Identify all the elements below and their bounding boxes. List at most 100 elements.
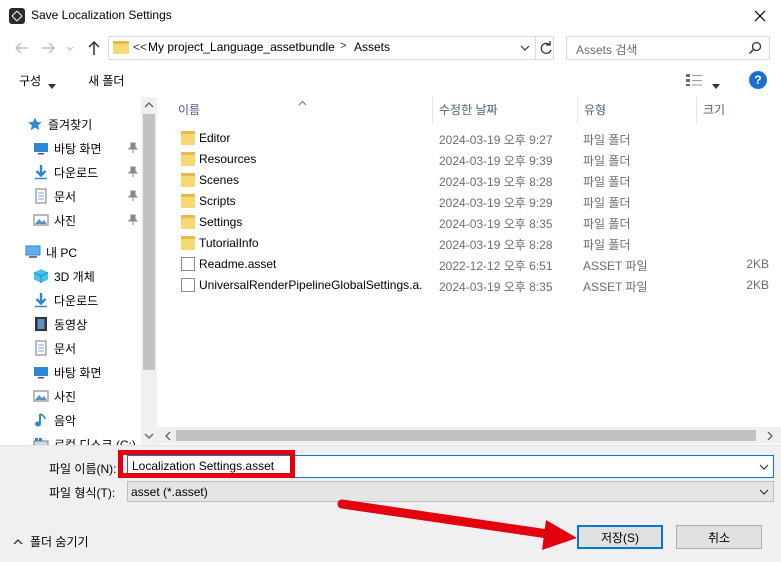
new-folder-button[interactable]: 새 폴더 bbox=[88, 72, 124, 89]
column-divider[interactable] bbox=[577, 97, 578, 124]
file-type: ASSET 파일 bbox=[583, 259, 648, 273]
view-options-icon[interactable] bbox=[685, 73, 703, 87]
video-icon bbox=[33, 316, 49, 332]
sidebar-item-documents[interactable]: 문서 bbox=[33, 338, 76, 358]
sidebar-item-downloads-pinned[interactable]: 다운로드 bbox=[33, 162, 143, 182]
sidebar-item-label: 다운로드 bbox=[54, 165, 99, 180]
arrow-up-icon bbox=[88, 40, 100, 55]
sort-ascending-icon bbox=[298, 95, 307, 109]
sidebar-item-this-pc[interactable]: 내 PC bbox=[25, 242, 77, 262]
sidebar-item-label: 사진 bbox=[54, 213, 77, 228]
up-button[interactable] bbox=[84, 37, 104, 59]
sidebar-item-documents-pinned[interactable]: 문서 bbox=[33, 186, 143, 206]
chevron-down-icon[interactable] bbox=[758, 460, 770, 477]
file-row-scripts[interactable]: Scripts 2024-03-19 오후 9:29 파일 폴더 bbox=[157, 191, 781, 212]
close-button[interactable] bbox=[738, 0, 781, 32]
breadcrumb-project[interactable]: My project_Language_assetbundle bbox=[148, 40, 335, 54]
search-box[interactable]: Assets 검색 bbox=[566, 36, 770, 60]
hide-folders-label: 폴더 숨기기 bbox=[30, 535, 89, 549]
forward-button[interactable] bbox=[38, 38, 58, 58]
breadcrumb-assets[interactable]: Assets bbox=[354, 40, 390, 54]
breadcrumb-separator[interactable]: > bbox=[340, 40, 346, 52]
file-row-editor[interactable]: Editor 2024-03-19 오후 9:27 파일 폴더 bbox=[157, 128, 781, 149]
file-type: 파일 폴더 bbox=[583, 133, 631, 147]
navigation-pane: 즐겨찾기 바탕 화면 다운로드 문서 사진 내 PC 3D 개체 다운로드 동영… bbox=[0, 97, 157, 445]
folder-icon bbox=[181, 236, 195, 250]
sidebar-item-label: 바탕 화면 bbox=[54, 365, 102, 380]
pin-icon bbox=[127, 190, 139, 202]
filetype-select[interactable]: asset (*.asset) bbox=[127, 481, 774, 502]
back-button[interactable] bbox=[12, 38, 32, 58]
window-title: Save Localization Settings bbox=[31, 8, 172, 22]
disk-icon bbox=[33, 436, 49, 445]
sidebar-item-label: 동영상 bbox=[54, 317, 88, 332]
sidebar-item-desktop-pinned[interactable]: 바탕 화면 bbox=[33, 138, 143, 158]
file-name: Scripts bbox=[199, 194, 236, 208]
sidebar-item-label: 3D 개체 bbox=[54, 269, 95, 284]
column-divider[interactable] bbox=[696, 97, 697, 124]
column-header-name[interactable]: 이름 bbox=[178, 101, 200, 118]
file-icon bbox=[181, 257, 195, 271]
filename-label: 파일 이름(N): bbox=[49, 462, 117, 476]
folder-icon bbox=[181, 152, 195, 166]
address-bar[interactable]: << My project_Language_assetbundle > Ass… bbox=[108, 36, 554, 60]
save-button[interactable]: 저장(S) bbox=[577, 525, 663, 549]
navigation-scrollbar-thumb[interactable] bbox=[143, 114, 155, 370]
breadcrumb-overflow[interactable]: << bbox=[133, 40, 147, 54]
sidebar-item-pictures-pinned[interactable]: 사진 bbox=[33, 210, 143, 230]
file-type: 파일 폴더 bbox=[583, 196, 631, 210]
file-row-readme[interactable]: Readme.asset 2022-12-12 오후 6:51 ASSET 파일… bbox=[157, 254, 781, 275]
address-history-dropdown[interactable] bbox=[517, 39, 533, 57]
pin-icon bbox=[127, 142, 139, 154]
refresh-button[interactable] bbox=[535, 37, 555, 59]
sidebar-item-downloads[interactable]: 다운로드 bbox=[33, 290, 98, 310]
desktop-icon bbox=[33, 140, 49, 156]
hide-folders-toggle[interactable]: 폴더 숨기기 bbox=[12, 533, 89, 550]
column-header-type[interactable]: 유형 bbox=[584, 101, 606, 118]
scroll-up-arrow-icon[interactable] bbox=[141, 97, 157, 113]
help-icon[interactable]: ? bbox=[749, 71, 767, 89]
organize-menu[interactable]: 구성 bbox=[19, 72, 41, 89]
refresh-icon bbox=[540, 41, 552, 54]
pin-icon bbox=[127, 214, 139, 226]
file-row-urp-global-settings[interactable]: UniversalRenderPipelineGlobalSettings.a.… bbox=[157, 275, 781, 296]
file-row-tutorialinfo[interactable]: TutorialInfo 2024-03-19 오후 8:28 파일 폴더 bbox=[157, 233, 781, 254]
sidebar-item-desktop[interactable]: 바탕 화면 bbox=[33, 362, 102, 382]
file-row-settings[interactable]: Settings 2024-03-19 오후 8:35 파일 폴더 bbox=[157, 212, 781, 233]
column-divider[interactable] bbox=[432, 97, 433, 124]
folder-icon bbox=[113, 41, 129, 54]
sidebar-item-favorites[interactable]: 즐겨찾기 bbox=[27, 114, 92, 134]
sidebar-item-label: 문서 bbox=[54, 341, 77, 356]
file-modified: 2024-03-19 오후 9:39 bbox=[439, 154, 553, 168]
caret-down-icon[interactable] bbox=[712, 78, 720, 92]
scroll-left-arrow-icon[interactable] bbox=[160, 428, 176, 444]
column-header-size[interactable]: 크기 bbox=[703, 101, 725, 118]
sidebar-item-pictures[interactable]: 사진 bbox=[33, 386, 76, 406]
sidebar-item-music[interactable]: 음악 bbox=[33, 410, 76, 430]
sidebar-item-local-disk[interactable]: 로컬 디스크 (C:) bbox=[33, 434, 136, 445]
document-icon bbox=[33, 340, 49, 356]
search-icon[interactable] bbox=[747, 40, 763, 56]
horizontal-scrollbar-thumb[interactable] bbox=[176, 430, 756, 441]
sidebar-item-label: 음악 bbox=[54, 413, 77, 428]
cancel-button[interactable]: 취소 bbox=[676, 525, 762, 549]
caret-down-icon[interactable] bbox=[48, 78, 56, 92]
sidebar-item-3d-objects[interactable]: 3D 개체 bbox=[33, 266, 95, 286]
scroll-right-arrow-icon[interactable] bbox=[762, 428, 778, 444]
file-type: 파일 폴더 bbox=[583, 238, 631, 252]
filetype-value: asset (*.asset) bbox=[131, 485, 208, 499]
file-size: 2KB bbox=[746, 257, 769, 271]
column-header-modified[interactable]: 수정한 날짜 bbox=[439, 101, 498, 118]
file-row-scenes[interactable]: Scenes 2024-03-19 오후 8:28 파일 폴더 bbox=[157, 170, 781, 191]
file-icon bbox=[181, 278, 195, 292]
recent-locations-button[interactable] bbox=[64, 38, 76, 58]
file-type: 파일 폴더 bbox=[583, 154, 631, 168]
highlight-annotation-box bbox=[118, 450, 295, 478]
scroll-down-arrow-icon[interactable] bbox=[141, 428, 157, 444]
file-type: 파일 폴더 bbox=[583, 217, 631, 231]
file-name: Readme.asset bbox=[199, 257, 277, 271]
folder-icon bbox=[181, 215, 195, 229]
chevron-down-icon[interactable] bbox=[758, 485, 770, 502]
file-row-resources[interactable]: Resources 2024-03-19 오후 9:39 파일 폴더 bbox=[157, 149, 781, 170]
sidebar-item-videos[interactable]: 동영상 bbox=[33, 314, 87, 334]
